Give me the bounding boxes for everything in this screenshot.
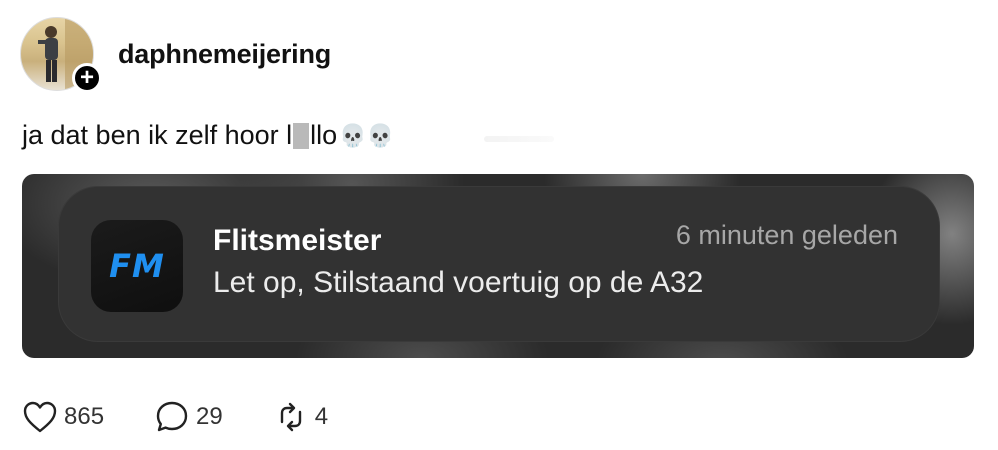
heart-icon — [23, 401, 57, 433]
post-header: + daphnemeijering — [20, 16, 331, 93]
repost-count: 4 — [314, 403, 329, 430]
notification-banner: FM Flitsmeister 6 minuten geleden Let op… — [58, 186, 940, 342]
flitsmeister-app-icon: FM — [91, 220, 183, 312]
comment-button[interactable]: 29 — [154, 400, 223, 434]
post-image[interactable]: FM Flitsmeister 6 minuten geleden Let op… — [22, 174, 974, 358]
notification-message: Let op, Stilstaand voertuig op de A32 — [213, 266, 704, 299]
faded-text-remnant — [484, 136, 554, 142]
notification-app-name: Flitsmeister — [213, 224, 382, 257]
post-caption: ja dat ben ik zelf hoor l llo 💀💀 — [22, 120, 394, 151]
skull-emoji: 💀💀 — [339, 122, 394, 148]
censor-block — [293, 122, 310, 149]
comment-bubble-icon — [156, 401, 188, 432]
avatar-container[interactable]: + — [20, 17, 102, 93]
like-count: 865 — [64, 403, 105, 430]
username[interactable]: daphnemeijering — [118, 39, 331, 70]
repost-icon — [280, 402, 301, 432]
app-icon-label: FM — [109, 247, 165, 285]
post-actions: 865 29 4 — [22, 398, 378, 436]
comment-count: 29 — [196, 403, 223, 430]
follow-plus-icon[interactable]: + — [72, 63, 102, 93]
notification-time: 6 minuten geleden — [675, 220, 898, 250]
like-button[interactable]: 865 — [22, 400, 104, 434]
repost-button[interactable]: 4 — [273, 400, 328, 434]
caption-text-start: ja dat ben ik zelf hoor l — [22, 120, 293, 150]
caption-text-end: llo — [310, 120, 338, 150]
